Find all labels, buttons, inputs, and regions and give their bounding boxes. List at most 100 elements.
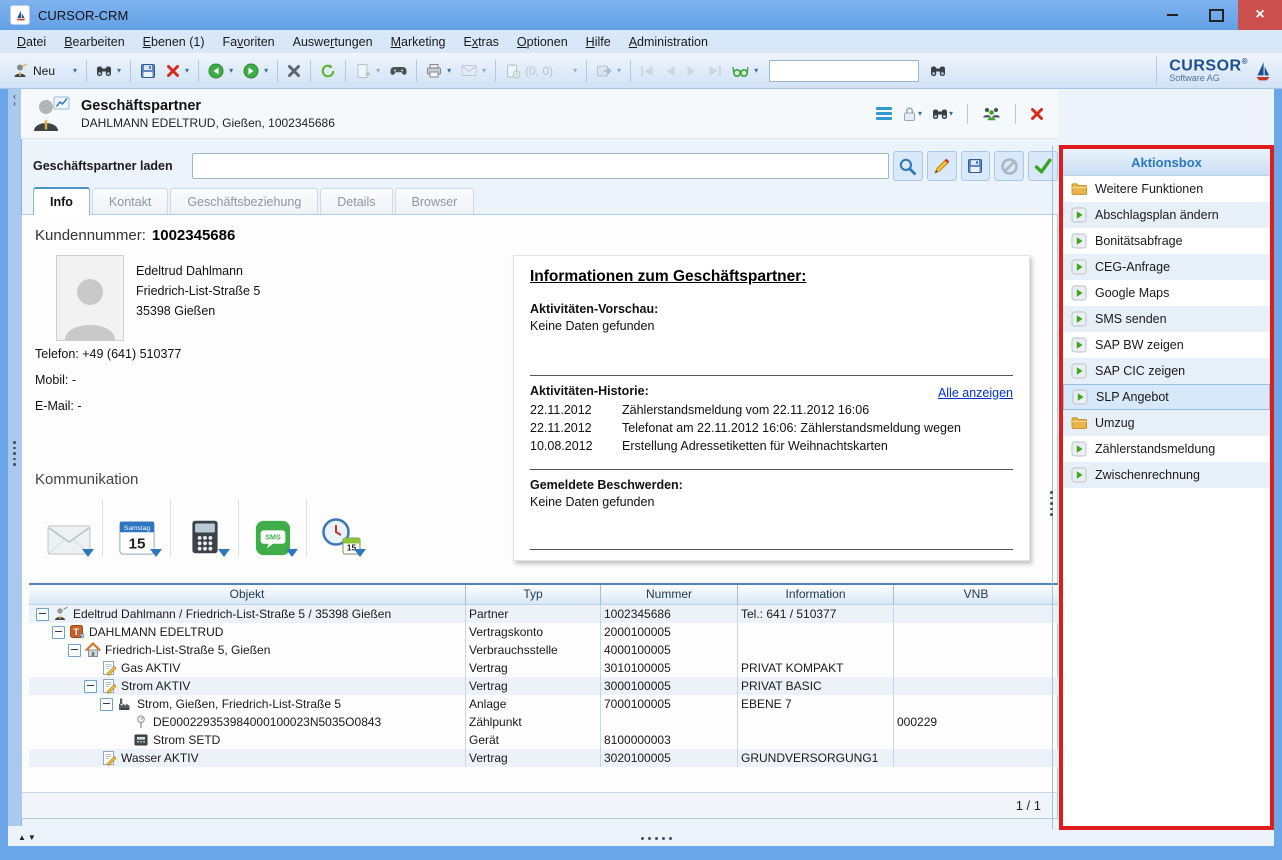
expander-collapse-icon[interactable] — [68, 644, 81, 657]
quicksearch-scope-button[interactable]: ▾ — [728, 60, 762, 82]
aktionsbox-item-weitere-funktionen[interactable]: Weitere Funktionen — [1063, 176, 1270, 202]
header-search-button[interactable]: ▾ — [932, 106, 953, 122]
komm-email-button[interactable] — [35, 499, 103, 557]
cancel-button[interactable] — [283, 61, 305, 81]
tab-info[interactable]: Info — [33, 187, 90, 215]
tree-row-vertrag[interactable]: Gas AKTIVVertrag3010100005PRIVAT KOMPAKT — [29, 659, 1058, 677]
loader-input[interactable] — [192, 153, 889, 179]
menu-item-auswertungen[interactable]: Auswertungen — [284, 32, 382, 52]
komm-sms-button[interactable]: SMS — [239, 499, 307, 557]
beschwerden-label: Gemeldete Beschwerden: — [530, 478, 1013, 492]
nav-first-button[interactable] — [636, 62, 658, 80]
left-collapsed-panel-splitter[interactable]: ‹› — [8, 89, 22, 826]
aktionsbox-item-sap-cic-zeigen[interactable]: SAP CIC zeigen — [1063, 358, 1270, 384]
lookup-button[interactable] — [893, 151, 923, 181]
expander-collapse-icon[interactable] — [100, 698, 113, 711]
page-indicator: 1 / 1 — [1016, 798, 1041, 813]
selection-counter-button[interactable]: (0, 0) ▾ — [501, 60, 581, 82]
tree-row-ger-t[interactable]: Strom SETDGerät8100000003 — [29, 731, 1058, 749]
tab-gesch-ftsbeziehung[interactable]: Geschäftsbeziehung — [170, 188, 318, 214]
close-record-button[interactable] — [1030, 107, 1044, 121]
menu-item-ebenen-1[interactable]: Ebenen (1) — [134, 32, 214, 52]
menu-item-bearbeiten[interactable]: Bearbeiten — [55, 32, 133, 52]
bottom-splitter-handle-icon[interactable] — [641, 837, 672, 840]
column-header-objekt[interactable]: Objekt — [29, 585, 466, 604]
back-button[interactable]: ▾ — [204, 60, 237, 82]
aktionsbox-item-umzug[interactable]: Umzug — [1063, 410, 1270, 436]
nav-prev-button[interactable] — [660, 62, 680, 80]
maximize-button[interactable] — [1194, 0, 1238, 30]
tree-row-vertrag[interactable]: Strom AKTIVVertrag3000100005PRIVAT BASIC — [29, 677, 1058, 695]
tree-row-vertragskonto[interactable]: TDAHLMANN EDELTRUDVertragskonto200010000… — [29, 623, 1058, 641]
aktionsbox-item-ceg-anfrage[interactable]: CEG-Anfrage — [1063, 254, 1270, 280]
menu-item-administration[interactable]: Administration — [620, 32, 717, 52]
print-button[interactable]: ▾ — [422, 60, 455, 82]
quicksearch-input[interactable] — [769, 60, 919, 82]
refresh-button[interactable] — [316, 60, 340, 82]
column-header-information[interactable]: Information — [738, 585, 894, 604]
tab-kontakt[interactable]: Kontakt — [92, 188, 168, 214]
run-action-icon — [1071, 363, 1087, 379]
column-header-nummer[interactable]: Nummer — [601, 585, 738, 604]
zaehlpunkt-icon — [133, 714, 149, 730]
komm-wiedervorlage-button[interactable]: 15 — [307, 499, 374, 557]
nav-next-button[interactable] — [682, 62, 702, 80]
panel-collapse-icons[interactable]: ‹› — [10, 93, 19, 107]
forward-button[interactable]: ▾ — [239, 60, 272, 82]
menu-item-optionen[interactable]: Optionen — [508, 32, 577, 52]
new-button[interactable]: Neu ▾ — [9, 60, 81, 82]
console-button[interactable] — [386, 61, 411, 81]
lock-button[interactable]: ▾ — [902, 106, 922, 122]
tree-row-anlage[interactable]: Strom, Gießen, Friedrich-List-Straße 5An… — [29, 695, 1058, 713]
aktionsbox-item-bonit-tsabfrage[interactable]: Bonitätsabfrage — [1063, 228, 1270, 254]
tree-row-partner[interactable]: Edeltrud Dahlmann / Friedrich-List-Straß… — [29, 605, 1058, 623]
new-document-button[interactable]: ▾ — [351, 60, 384, 82]
column-header-typ[interactable]: Typ — [466, 585, 601, 604]
right-splitter-handle-icon — [1050, 491, 1053, 516]
menu-item-extras[interactable]: Extras — [454, 32, 507, 52]
minimize-button[interactable] — [1150, 0, 1194, 30]
save-button[interactable] — [136, 60, 160, 82]
aktionsbox-item-abschlagsplan-ndern[interactable]: Abschlagsplan ändern — [1063, 202, 1270, 228]
tree-row-z-hlpunkt[interactable]: DE000229353984000100023N5035O0843Zählpun… — [29, 713, 1058, 731]
export-button[interactable]: ▾ — [592, 60, 625, 82]
aktionsbox-item-z-hlerstandsmeldung[interactable]: Zählerstandsmeldung — [1063, 436, 1270, 462]
expander-collapse-icon[interactable] — [52, 626, 65, 639]
right-panel-splitter[interactable] — [1052, 146, 1056, 829]
tab-browser[interactable]: Browser — [395, 188, 475, 214]
bottom-collapse-icons[interactable]: ▲▼ — [18, 833, 38, 842]
contact-photo-placeholder — [56, 255, 124, 341]
text-line: Friedrich-List-Straße 5 — [136, 281, 260, 301]
menu-item-datei[interactable]: Datei — [8, 32, 55, 52]
expander-collapse-icon[interactable] — [84, 680, 97, 693]
menu-hamburger-icon[interactable] — [876, 107, 892, 120]
aktionsbox-item-zwischenrechnung[interactable]: Zwischenrechnung — [1063, 462, 1270, 488]
delete-button[interactable]: ▾ — [162, 61, 193, 81]
expander-collapse-icon[interactable] — [36, 608, 49, 621]
mail-button[interactable]: ▾ — [457, 61, 490, 80]
menu-item-marketing[interactable]: Marketing — [382, 32, 455, 52]
tree-row-verbrauchsstelle[interactable]: Friedrich-List-Straße 5, GießenVerbrauch… — [29, 641, 1058, 659]
aktionsbox-item-slp-angebot[interactable]: SLP Angebot — [1063, 384, 1270, 410]
aktionsbox-item-sap-bw-zeigen[interactable]: SAP BW zeigen — [1063, 332, 1270, 358]
edit-button[interactable] — [927, 151, 957, 181]
aktionsbox-item-google-maps[interactable]: Google Maps — [1063, 280, 1270, 306]
nav-next-icon — [686, 65, 698, 77]
titlebar: CURSOR-CRM × — [0, 0, 1282, 30]
alle-anzeigen-link[interactable]: Alle anzeigen — [938, 386, 1013, 400]
close-button[interactable]: × — [1238, 0, 1282, 30]
nav-last-button[interactable] — [704, 62, 726, 80]
aktionsbox-item-sms-senden[interactable]: SMS senden — [1063, 306, 1270, 332]
komm-telefon-button[interactable] — [171, 499, 239, 557]
save-record-button[interactable] — [961, 151, 991, 181]
search-button[interactable]: ▾ — [92, 60, 125, 82]
tree-row-vertrag[interactable]: Wasser AKTIVVertrag3020100005GRUNDVERSOR… — [29, 749, 1058, 767]
column-header-vnb[interactable]: VNB — [894, 585, 1058, 604]
komm-termin-button[interactable]: Samstag15 — [103, 499, 171, 557]
quicksearch-go-button[interactable] — [926, 60, 950, 82]
group-button[interactable] — [982, 106, 1001, 121]
discard-button[interactable] — [994, 151, 1024, 181]
menu-item-hilfe[interactable]: Hilfe — [577, 32, 620, 52]
menu-item-favoriten[interactable]: Favoriten — [214, 32, 284, 52]
tab-details[interactable]: Details — [320, 188, 392, 214]
